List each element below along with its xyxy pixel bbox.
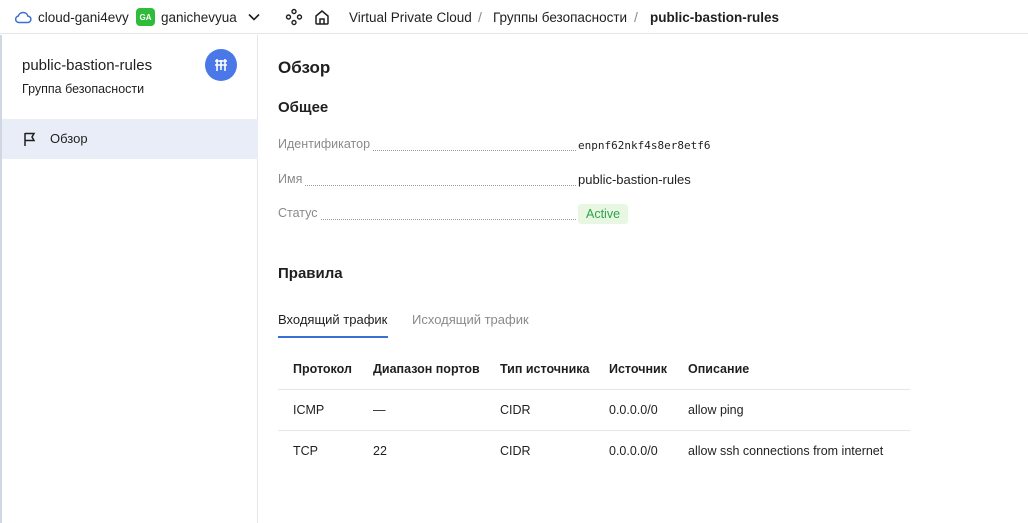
table-cell: — <box>373 403 386 417</box>
table-row[interactable]: ICMP — CIDR 0.0.0.0/0 allow ping <box>278 390 910 431</box>
field-name: Имя public-bastion-rules <box>278 172 738 190</box>
rules-table: Протокол Диапазон портов Тип источника И… <box>278 350 910 472</box>
column-header: Тип источника <box>500 362 590 376</box>
table-cell: CIDR <box>500 444 531 458</box>
field-status-label: Статус <box>278 206 320 220</box>
resource-title: public-bastion-rules <box>22 57 153 74</box>
field-id-label: Идентификатор <box>278 137 373 151</box>
tab-egress[interactable]: Исходящий трафик <box>412 312 529 327</box>
breadcrumb-current: public-bastion-rules <box>650 9 780 25</box>
security-group-icon <box>205 49 237 81</box>
page-title: Обзор <box>278 58 331 77</box>
table-cell: CIDR <box>500 403 531 417</box>
sidebar: public-bastion-rules Группа безопасности… <box>0 35 258 523</box>
services-icon[interactable] <box>285 0 303 34</box>
active-tab-indicator <box>278 336 388 338</box>
table-cell: allow ssh connections from internet <box>688 444 884 458</box>
breadcrumb-security-groups[interactable]: Группы безопасности <box>493 0 627 34</box>
cloud-icon[interactable] <box>14 0 32 34</box>
top-bar: cloud-gani4evy GA ganichevyua Virtual Pr… <box>0 0 1028 34</box>
breadcrumb-separator: / <box>634 9 638 25</box>
status-badge: Active <box>578 204 629 224</box>
resource-type: Группа безопасности <box>22 82 145 96</box>
folder-badge: GA <box>136 0 155 34</box>
sidebar-item-overview[interactable]: Обзор <box>2 119 258 159</box>
breadcrumb-separator: / <box>478 9 482 25</box>
field-name-value: public-bastion-rules <box>578 172 691 187</box>
table-header: Протокол Диапазон портов Тип источника И… <box>278 350 910 390</box>
section-rules-title: Правила <box>278 265 343 282</box>
table-cell: ICMP <box>293 403 325 417</box>
tab-ingress[interactable]: Входящий трафик <box>278 312 387 327</box>
field-id-value: enpnf62nkf4s8er8etf6 <box>578 139 711 152</box>
chevron-down-icon[interactable] <box>248 0 260 34</box>
home-icon[interactable] <box>313 0 331 34</box>
table-cell: allow ping <box>688 403 744 417</box>
column-header: Протокол <box>293 362 352 376</box>
field-status: Статус Active <box>278 204 738 224</box>
column-header: Диапазон портов <box>373 362 480 376</box>
flag-icon <box>22 131 38 150</box>
column-header: Описание <box>688 362 750 376</box>
table-cell: 22 <box>373 444 387 458</box>
table-cell: 0.0.0.0/0 <box>609 403 658 417</box>
field-id: Идентификатор enpnf62nkf4s8er8etf6 <box>278 137 738 155</box>
cloud-name[interactable]: cloud-gani4evy <box>38 0 129 34</box>
field-name-label: Имя <box>278 172 305 186</box>
rules-tabs: Входящий трафик Исходящий трафик <box>278 310 578 340</box>
table-row[interactable]: TCP 22 CIDR 0.0.0.0/0 allow ssh connecti… <box>278 431 910 472</box>
column-header: Источник <box>609 362 667 376</box>
section-general-title: Общее <box>278 99 329 116</box>
folder-name[interactable]: ganichevyua <box>161 0 237 34</box>
sidebar-item-label: Обзор <box>50 131 88 146</box>
breadcrumb-vpc[interactable]: Virtual Private Cloud <box>349 0 472 34</box>
table-cell: 0.0.0.0/0 <box>609 444 658 458</box>
table-cell: TCP <box>293 444 318 458</box>
